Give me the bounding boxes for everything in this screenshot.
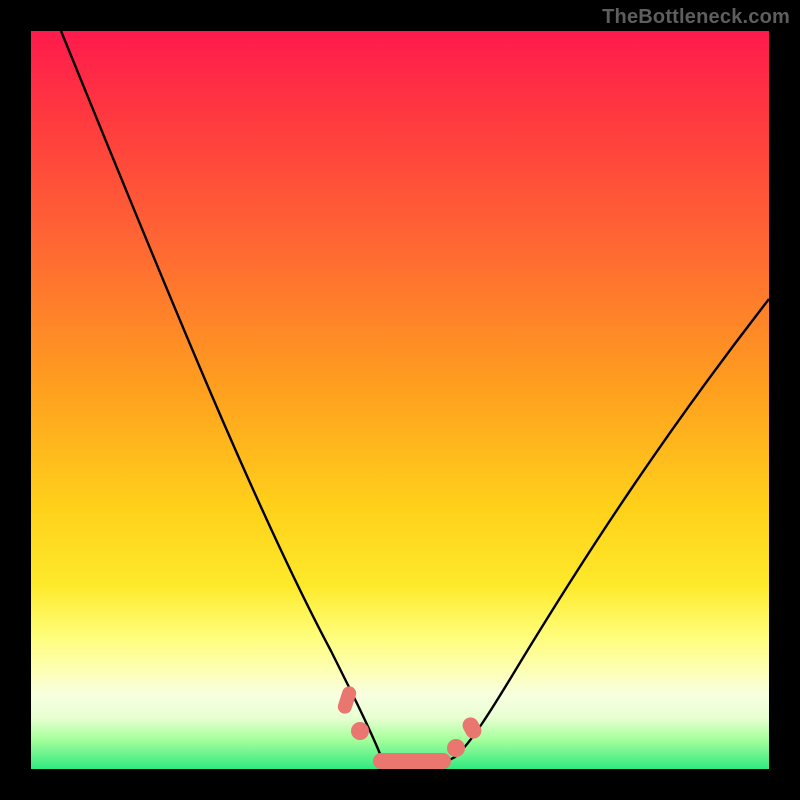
chart-frame: TheBottleneck.com xyxy=(0,0,800,800)
watermark-text: TheBottleneck.com xyxy=(602,6,790,29)
chart-svg xyxy=(31,31,769,769)
curve-right-branch xyxy=(455,299,769,757)
marker-pill-floor xyxy=(373,753,451,769)
marker-dot-left xyxy=(351,722,369,740)
marker-dot-right-high xyxy=(460,715,484,742)
curve-left-branch xyxy=(61,31,389,764)
marker-group xyxy=(336,685,484,769)
marker-dot-right-low xyxy=(447,739,465,757)
